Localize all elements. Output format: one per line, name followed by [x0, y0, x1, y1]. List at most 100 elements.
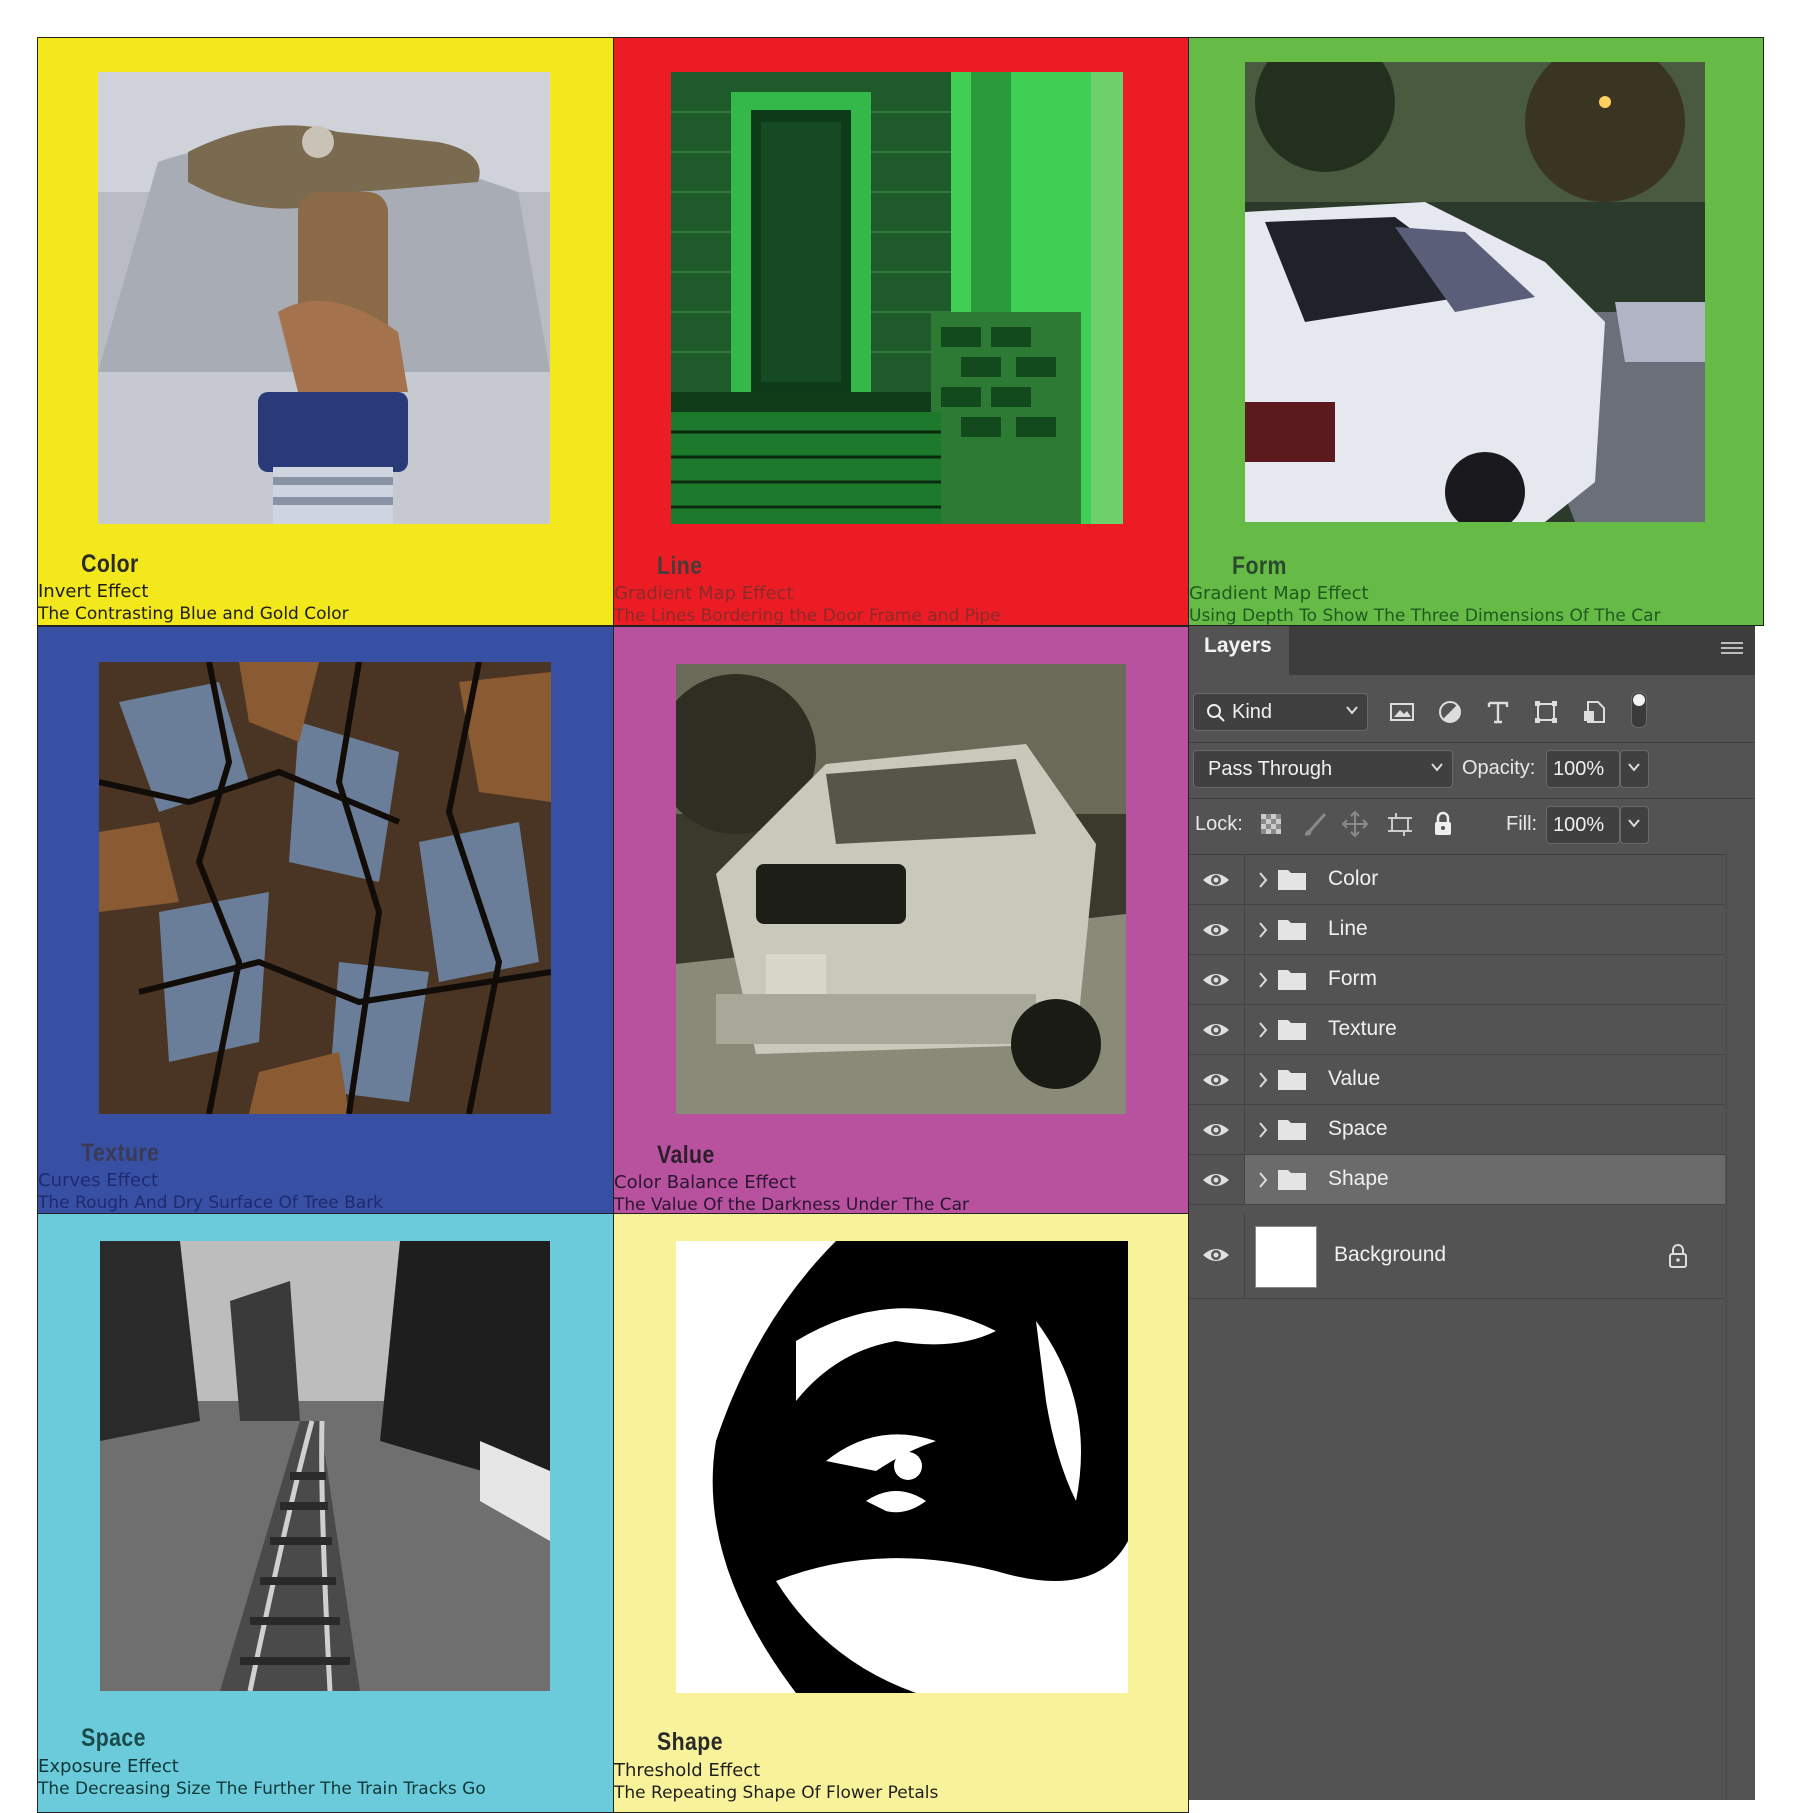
layer-row[interactable]: Shape — [1189, 1155, 1725, 1205]
layer-name: Value — [1328, 1067, 1381, 1090]
image-filter-icon[interactable] — [1388, 698, 1416, 726]
tile-description: The Lines Bordering the Door Frame and P… — [614, 606, 1001, 626]
layer-row[interactable]: Form — [1189, 955, 1725, 1005]
search-icon — [1207, 704, 1225, 722]
chevron-right-icon[interactable] — [1257, 1170, 1269, 1190]
folder-icon — [1278, 1070, 1306, 1090]
tile-shape: Shape Threshold Effect The Repeating Sha… — [613, 1213, 1189, 1813]
divider — [1244, 1213, 1245, 1298]
eye-icon[interactable] — [1201, 1018, 1231, 1042]
lock-transparent-icon[interactable] — [1259, 812, 1283, 836]
tile-title: Shape — [657, 1728, 723, 1756]
layers-scrollbar[interactable] — [1726, 849, 1755, 1800]
tile-form: Form Gradient Map Effect Using Depth To … — [1188, 37, 1764, 626]
tree-bark-photo — [99, 662, 551, 1114]
panel-menu-icon[interactable] — [1721, 640, 1743, 656]
opacity-value: 100% — [1553, 758, 1605, 780]
folder-icon — [1278, 1020, 1306, 1040]
divider — [1244, 1105, 1245, 1154]
chevron-right-icon[interactable] — [1257, 1070, 1269, 1090]
chevron-right-icon[interactable] — [1257, 920, 1269, 940]
layer-name: Shape — [1328, 1167, 1389, 1190]
tile-effect: Color Balance Effect — [614, 1172, 797, 1193]
layer-row-body — [1245, 1155, 1725, 1204]
lock-paint-icon[interactable] — [1301, 810, 1329, 838]
eye-icon[interactable] — [1201, 968, 1231, 992]
eye-icon[interactable] — [1201, 918, 1231, 942]
lock-icon — [1669, 1244, 1687, 1268]
lock-all-icon[interactable] — [1429, 810, 1457, 838]
tile-value: Value Color Balance Effect The Value Of … — [613, 626, 1189, 1214]
smart-object-filter-icon[interactable] — [1580, 698, 1608, 726]
layer-row[interactable]: Texture — [1189, 1005, 1725, 1055]
type-filter-icon[interactable] — [1484, 698, 1512, 726]
folder-icon — [1278, 1170, 1306, 1190]
tile-title: Color — [81, 550, 139, 578]
chevron-right-icon[interactable] — [1257, 1120, 1269, 1140]
layer-row-body — [1245, 855, 1725, 904]
layer-name: Line — [1328, 917, 1368, 940]
layer-row-background[interactable]: Background — [1189, 1213, 1725, 1299]
tile-effect: Invert Effect — [38, 581, 149, 602]
chevron-down-icon — [1346, 706, 1358, 715]
layer-name: Texture — [1328, 1017, 1397, 1040]
folder-icon — [1278, 1120, 1306, 1140]
opacity-label: Opacity: — [1462, 757, 1536, 779]
layer-row[interactable]: Value — [1189, 1055, 1725, 1105]
adjustment-filter-icon[interactable] — [1436, 698, 1464, 726]
layer-row[interactable]: Color — [1189, 855, 1725, 905]
door-photo — [671, 72, 1123, 524]
tile-effect: Gradient Map Effect — [1189, 583, 1369, 604]
blend-mode-select[interactable]: Pass Through — [1193, 750, 1453, 788]
chevron-right-icon[interactable] — [1257, 970, 1269, 990]
fill-value: 100% — [1553, 814, 1605, 836]
layer-row[interactable]: Space — [1189, 1105, 1725, 1155]
fill-input[interactable]: 100% — [1546, 806, 1620, 844]
layer-name: Form — [1328, 967, 1377, 990]
shape-filter-icon[interactable] — [1532, 698, 1560, 726]
tile-title: Value — [657, 1141, 715, 1169]
layer-row-body — [1245, 1105, 1725, 1154]
filter-kind-select[interactable]: Kind — [1193, 693, 1368, 731]
eye-icon[interactable] — [1201, 1168, 1231, 1192]
chevron-right-icon[interactable] — [1257, 1020, 1269, 1040]
folder-icon — [1278, 870, 1306, 890]
tile-description: The Rough And Dry Surface Of Tree Bark — [38, 1193, 384, 1213]
car-photo — [1245, 62, 1705, 522]
train-tracks-photo — [100, 1241, 550, 1691]
divider — [1244, 1055, 1245, 1104]
tile-line: Line Gradient Map Effect The Lines Borde… — [613, 37, 1189, 626]
layers-panel: Layers Kind Pass Through Opacity: 100% L… — [1189, 626, 1755, 1800]
chevron-down-icon — [1431, 763, 1443, 772]
tile-title: Form — [1232, 552, 1287, 580]
opacity-input[interactable]: 100% — [1546, 750, 1620, 788]
layer-row-body — [1245, 955, 1725, 1004]
tile-title: Line — [657, 552, 703, 580]
layer-name: Background — [1334, 1243, 1447, 1266]
lock-artboard-icon[interactable] — [1386, 810, 1414, 838]
layer-row-body — [1245, 905, 1725, 954]
tile-effect: Threshold Effect — [614, 1760, 761, 1781]
tile-title: Texture — [81, 1139, 160, 1167]
opacity-dropdown[interactable] — [1620, 750, 1649, 788]
lock-move-icon[interactable] — [1341, 810, 1369, 838]
tile-effect: Gradient Map Effect — [614, 583, 794, 604]
eye-icon[interactable] — [1201, 1243, 1231, 1267]
layer-name: Space — [1328, 1117, 1388, 1140]
layer-row[interactable]: Line — [1189, 905, 1725, 955]
eye-icon[interactable] — [1201, 868, 1231, 892]
tile-effect: Exposure Effect — [38, 1756, 179, 1777]
eye-icon[interactable] — [1201, 1068, 1231, 1092]
tile-texture: Texture Curves Effect The Rough And Dry … — [37, 626, 614, 1214]
tile-description: Using Depth To Show The Three Dimensions… — [1189, 606, 1661, 626]
divider — [1244, 1005, 1245, 1054]
tile-color: Color Invert Effect The Contrasting Blue… — [37, 37, 614, 626]
eye-icon[interactable] — [1201, 1118, 1231, 1142]
folder-icon — [1278, 920, 1306, 940]
tab-layers[interactable]: Layers — [1189, 626, 1289, 675]
filter-toggle-icon[interactable] — [1631, 692, 1647, 728]
divider — [1189, 798, 1755, 799]
fill-dropdown[interactable] — [1620, 806, 1649, 844]
chevron-right-icon[interactable] — [1257, 870, 1269, 890]
layer-row-body — [1245, 1055, 1725, 1104]
